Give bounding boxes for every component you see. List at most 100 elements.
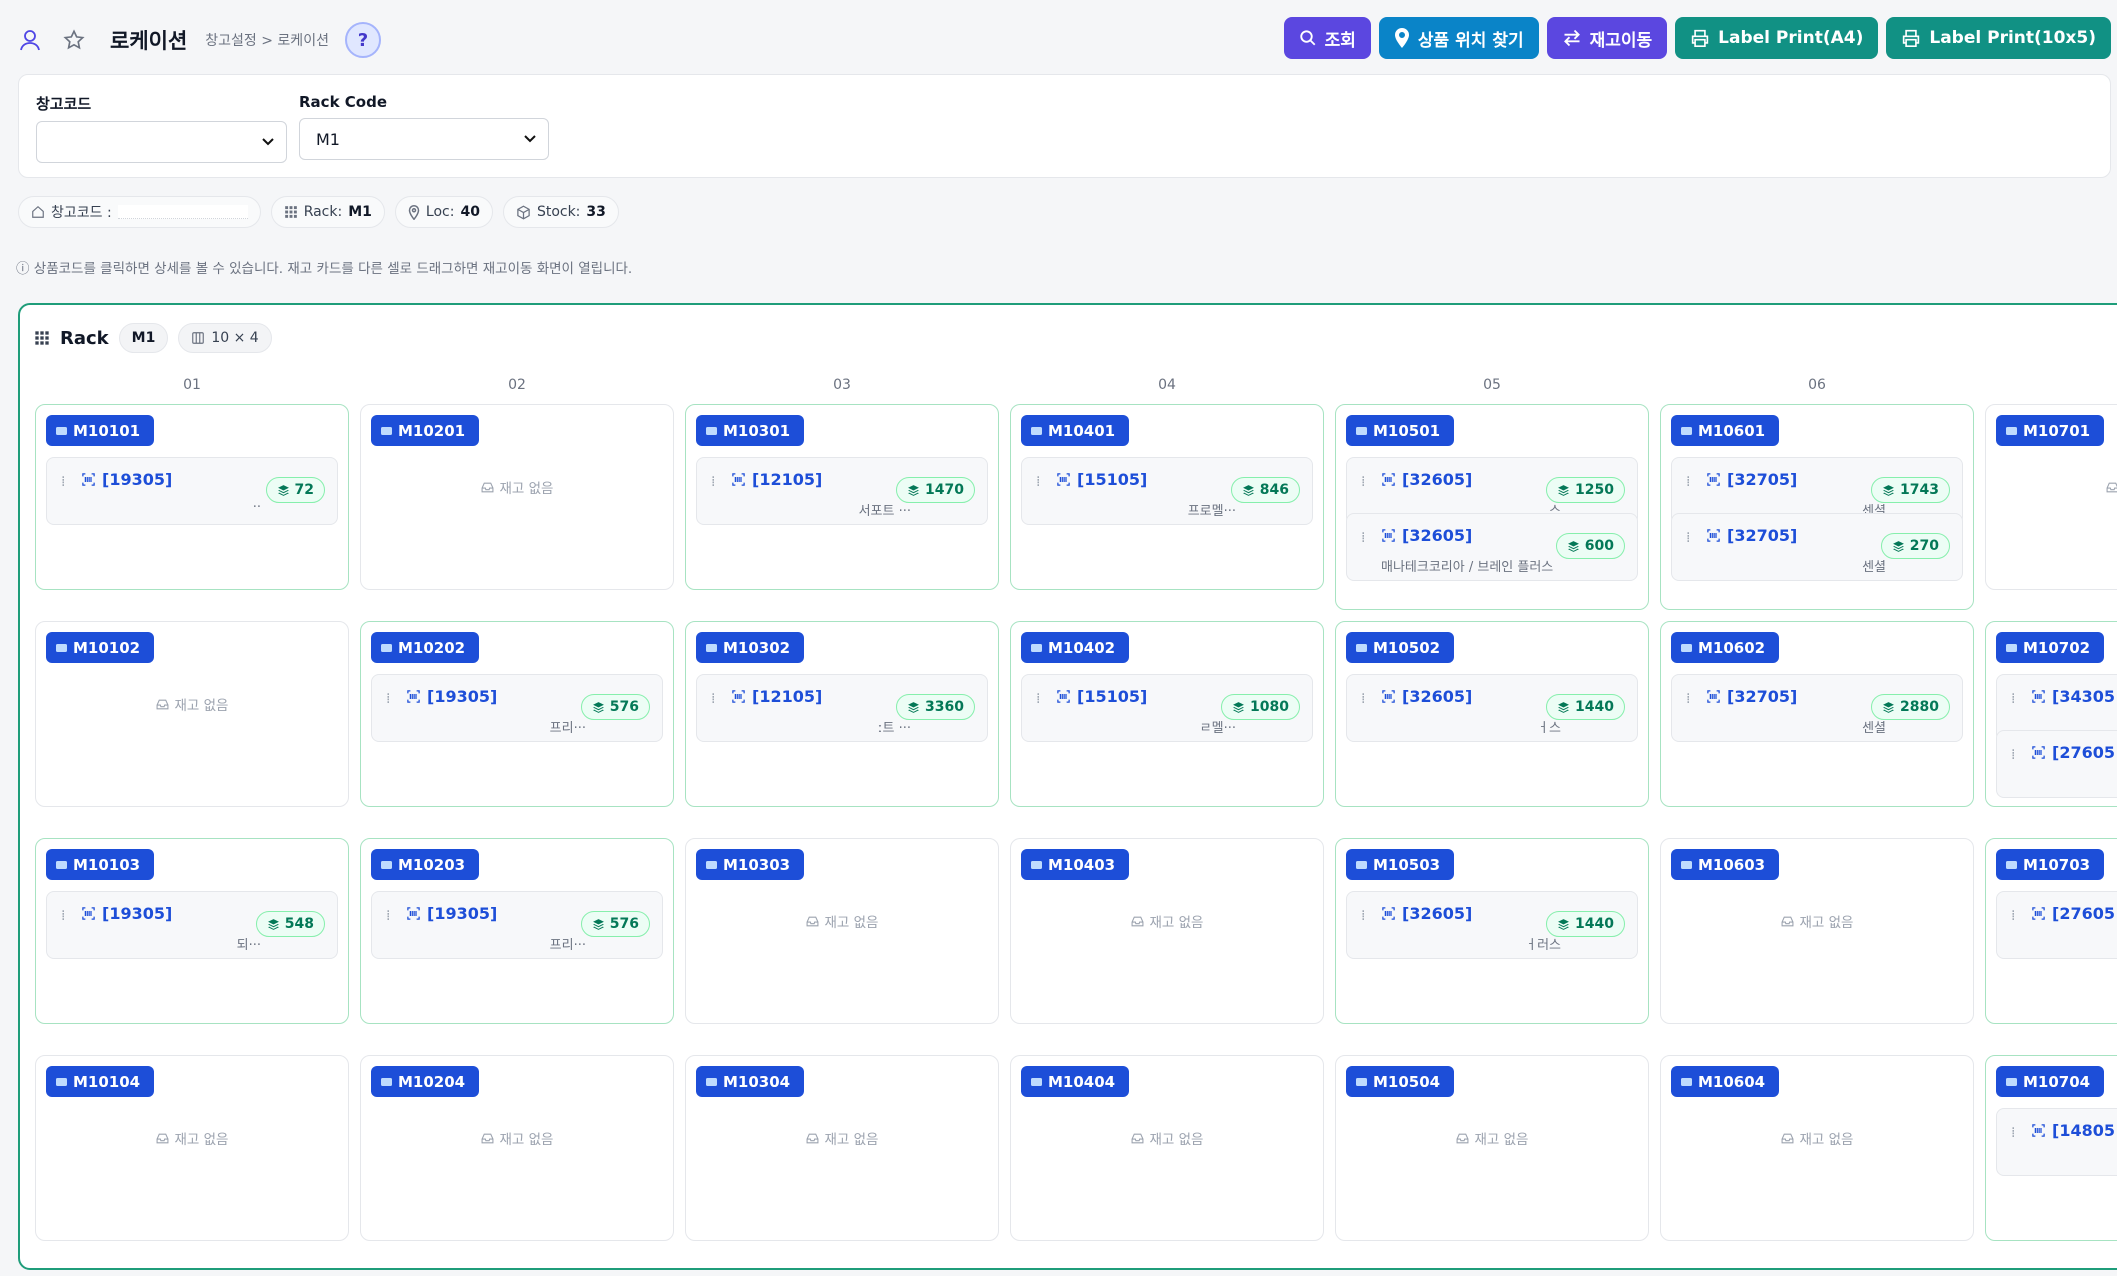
- location-badge[interactable]: M10204: [371, 1066, 480, 1097]
- stock-card[interactable]: ⁞ [27605: [1996, 730, 2117, 798]
- drag-handle-icon[interactable]: ⁞: [1361, 530, 1366, 546]
- location-cell[interactable]: M10601 ⁞ [32705] 1743 센셜 ⁞ [32705] 270 센셜: [1660, 404, 1974, 610]
- product-code-link[interactable]: [27605: [2031, 904, 2115, 923]
- location-badge[interactable]: M10203: [371, 849, 480, 880]
- location-cell[interactable]: M10503 ⁞ [32605] 1440 ㅓ러스: [1335, 838, 1649, 1024]
- product-code-link[interactable]: [12105]: [731, 470, 822, 489]
- location-cell[interactable]: M10502 ⁞ [32605] 1440 ㅓ스: [1335, 621, 1649, 807]
- location-cell[interactable]: M10703 ⁞ [27605: [1985, 838, 2117, 1024]
- location-cell[interactable]: M10504 재고 없음: [1335, 1055, 1649, 1241]
- product-code-link[interactable]: [32605]: [1381, 470, 1472, 489]
- user-icon[interactable]: [16, 26, 44, 54]
- location-cell[interactable]: M10203 ⁞ [19305] 576 프리···: [360, 838, 674, 1024]
- product-code-link[interactable]: [27605: [2031, 743, 2115, 762]
- location-cell[interactable]: M10701 재고 없음: [1985, 404, 2117, 590]
- location-badge[interactable]: M10503: [1346, 849, 1455, 880]
- location-badge[interactable]: M10304: [696, 1066, 805, 1097]
- location-badge[interactable]: M10401: [1021, 415, 1130, 446]
- stock-card[interactable]: ⁞ [32605] 600 매나테크코리아 / 브레인 플러스: [1346, 513, 1638, 581]
- location-badge[interactable]: M10301: [696, 415, 805, 446]
- location-cell[interactable]: M10301 ⁞ [12105] 1470 서포트 ···: [685, 404, 999, 590]
- location-cell[interactable]: M10403 재고 없음: [1010, 838, 1324, 1024]
- location-cell[interactable]: M10304 재고 없음: [685, 1055, 999, 1241]
- location-badge[interactable]: M10404: [1021, 1066, 1130, 1097]
- product-code-link[interactable]: [32605]: [1381, 687, 1472, 706]
- location-badge[interactable]: M10603: [1671, 849, 1780, 880]
- location-badge[interactable]: M10303: [696, 849, 805, 880]
- drag-handle-icon[interactable]: ⁞: [1361, 691, 1366, 707]
- location-badge[interactable]: M10302: [696, 632, 805, 663]
- location-cell[interactable]: M10401 ⁞ [15105] 846 프로멜···: [1010, 404, 1324, 590]
- location-badge[interactable]: M10104: [46, 1066, 155, 1097]
- label-print-10x5-button[interactable]: Label Print(10x5): [1886, 17, 2111, 59]
- stock-card[interactable]: ⁞ [12105] 1470 서포트 ···: [696, 457, 988, 525]
- stock-card[interactable]: ⁞ [15105] 846 프로멜···: [1021, 457, 1313, 525]
- stock-card[interactable]: ⁞ [12105] 3360 ː트 ···: [696, 674, 988, 742]
- stock-card[interactable]: ⁞ [19305] 548 되···: [46, 891, 338, 959]
- label-print-a4-button[interactable]: Label Print(A4): [1675, 17, 1879, 59]
- product-code-link[interactable]: [15105]: [1056, 470, 1147, 489]
- stock-card[interactable]: ⁞ [19305] 576 프리···: [371, 891, 663, 959]
- stock-card[interactable]: ⁞ [27605: [1996, 891, 2117, 959]
- location-badge[interactable]: M10601: [1671, 415, 1780, 446]
- location-badge[interactable]: M10703: [1996, 849, 2105, 880]
- drag-handle-icon[interactable]: ⁞: [2011, 691, 2016, 707]
- location-cell[interactable]: M10603 재고 없음: [1660, 838, 1974, 1024]
- location-cell[interactable]: M10102 재고 없음: [35, 621, 349, 807]
- location-badge[interactable]: M10504: [1346, 1066, 1455, 1097]
- move-stock-button[interactable]: 재고이동: [1546, 17, 1668, 59]
- rack-code-select[interactable]: M1: [299, 118, 549, 160]
- drag-handle-icon[interactable]: ⁞: [1686, 691, 1691, 707]
- location-badge[interactable]: M10102: [46, 632, 155, 663]
- product-code-link[interactable]: [34305: [2031, 687, 2115, 706]
- location-cell[interactable]: M10602 ⁞ [32705] 2880 센셜: [1660, 621, 1974, 807]
- help-button[interactable]: ?: [344, 22, 381, 58]
- location-badge[interactable]: M10402: [1021, 632, 1130, 663]
- drag-handle-icon[interactable]: ⁞: [61, 908, 66, 924]
- stock-card[interactable]: ⁞ [32705] 270 센셜: [1671, 513, 1963, 581]
- location-cell[interactable]: M10704 ⁞ [14805: [1985, 1055, 2117, 1241]
- drag-handle-icon[interactable]: ⁞: [2011, 1125, 2016, 1141]
- drag-handle-icon[interactable]: ⁞: [711, 474, 716, 490]
- drag-handle-icon[interactable]: ⁞: [711, 691, 716, 707]
- location-badge[interactable]: M10702: [1996, 632, 2105, 663]
- location-cell[interactable]: M10104 재고 없음: [35, 1055, 349, 1241]
- location-cell[interactable]: M10204 재고 없음: [360, 1055, 674, 1241]
- find-location-button[interactable]: 상품 위치 찾기: [1378, 17, 1539, 59]
- location-badge[interactable]: M10101: [46, 415, 155, 446]
- search-button[interactable]: 조회: [1283, 17, 1371, 59]
- location-badge[interactable]: M10501: [1346, 415, 1455, 446]
- stock-card[interactable]: ⁞ [19305] 72 ··: [46, 457, 338, 525]
- location-cell[interactable]: M10202 ⁞ [19305] 576 프리···: [360, 621, 674, 807]
- drag-handle-icon[interactable]: ⁞: [1686, 474, 1691, 490]
- stock-card[interactable]: ⁞ [19305] 576 프리···: [371, 674, 663, 742]
- location-cell[interactable]: M10702 ⁞ [34305 ⁞ [27605: [1985, 621, 2117, 807]
- drag-handle-icon[interactable]: ⁞: [1036, 474, 1041, 490]
- drag-handle-icon[interactable]: ⁞: [61, 474, 66, 490]
- location-badge[interactable]: M10502: [1346, 632, 1455, 663]
- product-code-link[interactable]: [32605]: [1381, 904, 1472, 923]
- location-badge[interactable]: M10604: [1671, 1066, 1780, 1097]
- drag-handle-icon[interactable]: ⁞: [1036, 691, 1041, 707]
- stock-card[interactable]: ⁞ [15105] 1080 ㄹ멜···: [1021, 674, 1313, 742]
- product-code-link[interactable]: [32705]: [1706, 470, 1797, 489]
- product-code-link[interactable]: [19305]: [81, 904, 172, 923]
- product-code-link[interactable]: [15105]: [1056, 687, 1147, 706]
- location-cell[interactable]: M10201 재고 없음: [360, 404, 674, 590]
- location-cell[interactable]: M10501 ⁞ [32605] 1250 스 ⁞ [32605] 600 매나테크코리아 / …: [1335, 404, 1649, 610]
- drag-handle-icon[interactable]: ⁞: [386, 691, 391, 707]
- drag-handle-icon[interactable]: ⁞: [1686, 530, 1691, 546]
- product-code-link[interactable]: [32605]: [1381, 526, 1472, 545]
- drag-handle-icon[interactable]: ⁞: [2011, 908, 2016, 924]
- product-code-link[interactable]: [19305]: [406, 687, 497, 706]
- product-code-link[interactable]: [12105]: [731, 687, 822, 706]
- product-code-link[interactable]: [32705]: [1706, 687, 1797, 706]
- product-code-link[interactable]: [19305]: [406, 904, 497, 923]
- drag-handle-icon[interactable]: ⁞: [386, 908, 391, 924]
- product-code-link[interactable]: [32705]: [1706, 526, 1797, 545]
- location-cell[interactable]: M10303 재고 없음: [685, 838, 999, 1024]
- warehouse-code-select[interactable]: [36, 121, 287, 163]
- location-badge[interactable]: M10602: [1671, 632, 1780, 663]
- drag-handle-icon[interactable]: ⁞: [1361, 474, 1366, 490]
- location-badge[interactable]: M10701: [1996, 415, 2105, 446]
